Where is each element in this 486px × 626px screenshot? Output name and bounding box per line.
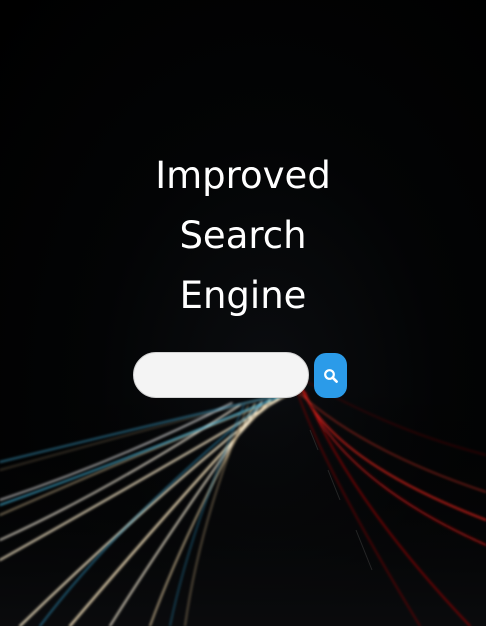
search-button[interactable] — [314, 353, 347, 398]
title-line-2: Search — [179, 214, 307, 257]
page: Improved Search Engine — [0, 0, 486, 626]
search-icon — [323, 368, 339, 384]
title-line-1: Improved — [155, 154, 331, 197]
page-title: Improved Search Engine — [0, 146, 486, 326]
search-input[interactable] — [133, 352, 309, 398]
title-line-3: Engine — [179, 274, 307, 317]
